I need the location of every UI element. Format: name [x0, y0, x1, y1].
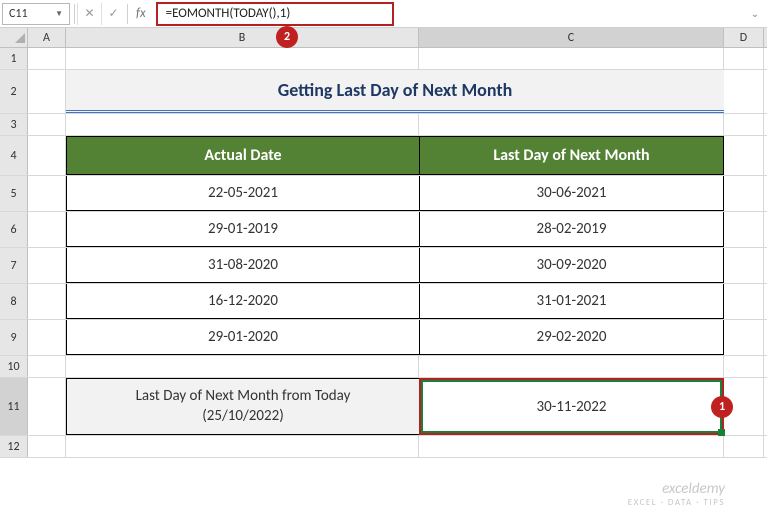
divider — [74, 4, 75, 24]
cancel-icon[interactable]: ✕ — [77, 3, 101, 25]
cell-A10[interactable] — [28, 356, 66, 377]
name-box[interactable]: C11 ▼ — [2, 3, 70, 25]
cell-A6[interactable] — [28, 212, 66, 247]
cell-B6[interactable]: 29-01-2019 — [66, 212, 419, 247]
spreadsheet-grid: A B C D 1 2 Getting Last Day of Next Mon… — [0, 28, 767, 521]
row-6: 6 29-01-2019 28-02-2019 — [0, 212, 767, 248]
formula-highlight: =EOMONTH(TODAY(),1) — [156, 2, 394, 26]
row-header-1[interactable]: 1 — [0, 48, 28, 69]
column-headers: A B C D — [0, 28, 767, 48]
name-box-value: C11 — [9, 7, 28, 21]
divider — [127, 4, 128, 24]
row-7: 7 31-08-2020 30-09-2020 — [0, 248, 767, 284]
callout-badge-2: 2 — [276, 26, 298, 48]
table-header-actual-date[interactable]: Actual Date — [66, 136, 419, 175]
formula-input[interactable]: =EOMONTH(TODAY(),1) — [166, 6, 291, 21]
cell-A7[interactable] — [28, 248, 66, 283]
cell-A1[interactable] — [28, 48, 66, 69]
row-11: 11 Last Day of Next Month from Today (25… — [0, 378, 767, 436]
row-header-2[interactable]: 2 — [0, 70, 28, 113]
cell-B8[interactable]: 16-12-2020 — [66, 284, 419, 319]
cell-D7[interactable] — [724, 248, 764, 283]
row-header-8[interactable]: 8 — [0, 284, 28, 319]
cell-C3[interactable] — [419, 114, 724, 135]
cell-A5[interactable] — [28, 176, 66, 211]
cell-D12[interactable] — [724, 436, 764, 457]
expand-formula-bar-icon[interactable]: ⌄ — [745, 7, 765, 20]
row-header-10[interactable]: 10 — [0, 356, 28, 377]
row-5: 5 22-05-2021 30-06-2021 — [0, 176, 767, 212]
cell-C12[interactable] — [419, 436, 724, 457]
row-1: 1 — [0, 48, 767, 70]
cell-B1[interactable] — [66, 48, 419, 69]
cell-C6[interactable]: 28-02-2019 — [419, 212, 724, 247]
cell-C7[interactable]: 30-09-2020 — [419, 248, 724, 283]
cell-B5[interactable]: 22-05-2021 — [66, 176, 419, 211]
cell-A8[interactable] — [28, 284, 66, 319]
cell-A2[interactable] — [28, 70, 66, 113]
row-header-12[interactable]: 12 — [0, 436, 28, 457]
table-header-last-day[interactable]: Last Day of Next Month — [419, 136, 724, 175]
formula-bar: C11 ▼ ✕ ✓ fx =EOMONTH(TODAY(),1) ⌄ — [0, 0, 767, 28]
cell-A11[interactable] — [28, 378, 66, 435]
cell-B9[interactable]: 29-01-2020 — [66, 320, 419, 355]
cell-D9[interactable] — [724, 320, 764, 355]
row-12: 12 — [0, 436, 767, 458]
cell-D10[interactable] — [724, 356, 764, 377]
c11-value: 30-11-2022 — [536, 398, 606, 416]
row-header-7[interactable]: 7 — [0, 248, 28, 283]
cell-C8[interactable]: 31-01-2021 — [419, 284, 724, 319]
cell-A12[interactable] — [28, 436, 66, 457]
formula-input-wrap: =EOMONTH(TODAY(),1) — [156, 2, 394, 26]
row-header-3[interactable]: 3 — [0, 114, 28, 135]
sheet-title[interactable]: Getting Last Day of Next Month — [66, 70, 724, 113]
row-9: 9 29-01-2020 29-02-2020 — [0, 320, 767, 356]
cell-C10[interactable] — [419, 356, 724, 377]
row-4: 4 Actual Date Last Day of Next Month — [0, 136, 767, 176]
row-header-9[interactable]: 9 — [0, 320, 28, 355]
fill-handle[interactable] — [718, 429, 725, 436]
row-3: 3 — [0, 114, 767, 136]
callout-badge-1: 1 — [711, 396, 733, 418]
cell-D3[interactable] — [724, 114, 764, 135]
name-box-dropdown-icon[interactable]: ▼ — [55, 9, 63, 19]
fx-icon[interactable]: fx — [130, 6, 152, 21]
cell-C1[interactable] — [419, 48, 724, 69]
cell-B3[interactable] — [66, 114, 419, 135]
cell-B7[interactable]: 31-08-2020 — [66, 248, 419, 283]
enter-icon[interactable]: ✓ — [101, 3, 125, 25]
col-header-A[interactable]: A — [28, 28, 66, 47]
cell-D4[interactable] — [724, 136, 764, 175]
cell-D2[interactable] — [724, 70, 764, 113]
row-2: 2 Getting Last Day of Next Month — [0, 70, 767, 114]
select-all-corner[interactable] — [0, 28, 28, 47]
cell-A3[interactable] — [28, 114, 66, 135]
cell-B10[interactable] — [66, 356, 419, 377]
row-header-4[interactable]: 4 — [0, 136, 28, 175]
row-header-5[interactable]: 5 — [0, 176, 28, 211]
cell-D6[interactable] — [724, 212, 764, 247]
cell-D5[interactable] — [724, 176, 764, 211]
cell-D8[interactable] — [724, 284, 764, 319]
b11-label-line1: Last Day of Next Month from Today — [136, 387, 351, 407]
cell-D1[interactable] — [724, 48, 764, 69]
cell-A9[interactable] — [28, 320, 66, 355]
cell-C11-selected[interactable]: 30-11-2022 — [419, 378, 724, 435]
col-header-D[interactable]: D — [724, 28, 764, 47]
cell-B11[interactable]: Last Day of Next Month from Today (25/10… — [66, 378, 419, 435]
col-header-C[interactable]: C — [419, 28, 724, 47]
row-header-11[interactable]: 11 — [0, 378, 28, 435]
rows-area: 1 2 Getting Last Day of Next Month 3 4 A… — [0, 48, 767, 521]
cell-B12[interactable] — [66, 436, 419, 457]
cell-C5[interactable]: 30-06-2021 — [419, 176, 724, 211]
row-10: 10 — [0, 356, 767, 378]
cell-A4[interactable] — [28, 136, 66, 175]
row-header-6[interactable]: 6 — [0, 212, 28, 247]
cell-C9[interactable]: 29-02-2020 — [419, 320, 724, 355]
row-8: 8 16-12-2020 31-01-2021 — [0, 284, 767, 320]
b11-label-line2: (25/10/2022) — [202, 407, 284, 427]
col-header-B[interactable]: B — [66, 28, 419, 47]
